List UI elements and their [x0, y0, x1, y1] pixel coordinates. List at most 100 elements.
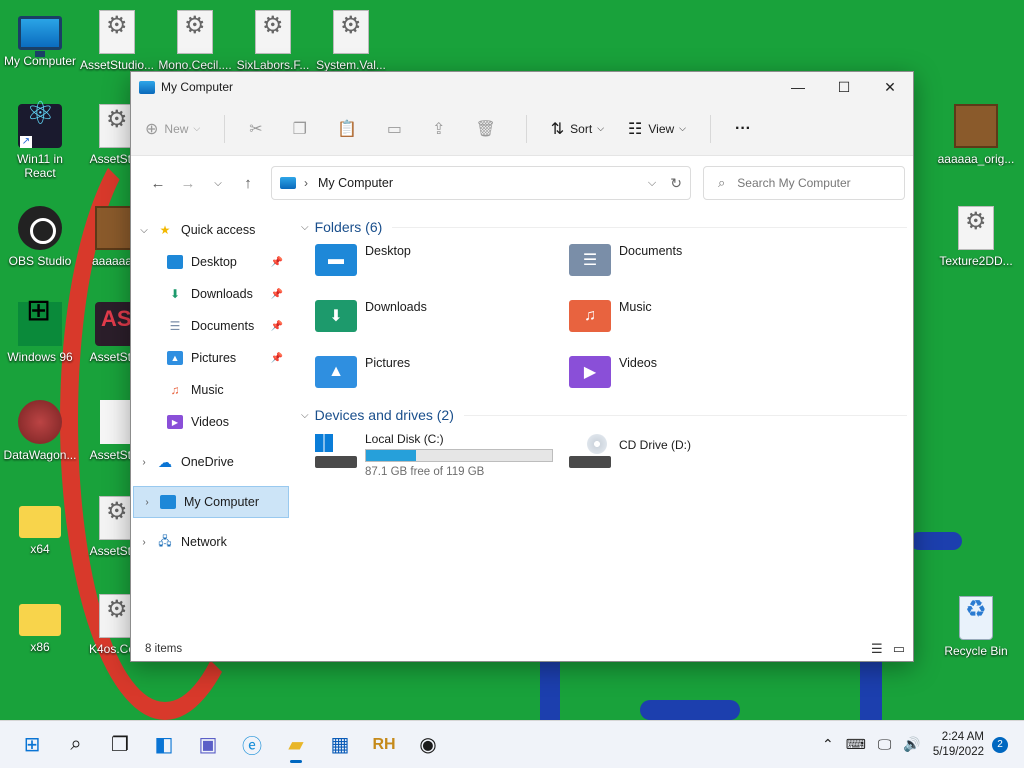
task-view-button[interactable]: ❐ [98, 725, 142, 765]
chevron-down-icon[interactable]: ⌵ [131, 225, 157, 236]
breadcrumb-separator-icon: › [304, 176, 308, 190]
search-button[interactable]: ⌕ [54, 725, 98, 765]
desktop-icon-folder[interactable]: x86 [0, 594, 80, 654]
notification-badge[interactable]: 2 [992, 736, 1008, 753]
store-button[interactable]: ▦ [318, 725, 362, 765]
obs-taskbar-button[interactable]: ◉ [406, 725, 450, 765]
network-status-icon[interactable]: 🖵 [878, 736, 892, 753]
forward-arrow-icon[interactable]: → [173, 175, 203, 192]
divider [463, 414, 907, 416]
chevron-down-icon[interactable]: ⌵ [648, 177, 656, 190]
folder-tile-music[interactable]: ♫ Music [569, 300, 823, 334]
desktop-icon-windows96[interactable]: Windows 96 [0, 302, 80, 364]
sidebar-item-network[interactable]: › 🖧 Network [131, 526, 293, 558]
chevron-up-icon[interactable]: ⌃ [822, 736, 834, 753]
close-button[interactable]: ✕ [867, 72, 913, 102]
sidebar-item-desktop[interactable]: Desktop 📌 [131, 246, 293, 278]
chevron-right-icon[interactable]: › [134, 497, 160, 508]
chevron-down-icon: ⌵ [301, 409, 309, 421]
minimize-button[interactable]: — [775, 72, 821, 102]
folder-tile-desktop[interactable]: ▬ Desktop [315, 244, 569, 278]
more-options-button[interactable]: ··· [735, 120, 751, 138]
status-bar: 8 items ☰ ▭ [131, 637, 913, 661]
search-input[interactable]: ⌕ Search My Computer [703, 166, 905, 200]
folders-group-header[interactable]: ⌵ Folders (6) [297, 210, 913, 244]
maximize-button[interactable]: ☐ [821, 72, 867, 102]
view-button[interactable]: ☷ View ⌵ [628, 119, 686, 139]
delete-button[interactable]: 🗑 [475, 119, 501, 139]
folder-tile-downloads[interactable]: ⬇ Downloads [315, 300, 569, 334]
folder-tile-pictures[interactable]: ▲ Pictures [315, 356, 569, 390]
obs-icon [18, 206, 62, 250]
rename-button[interactable]: ▭ [387, 119, 408, 139]
cloud-icon: ☁ [158, 453, 172, 470]
refresh-icon[interactable]: ↻ [670, 175, 682, 192]
rh-app-button[interactable]: RH [362, 725, 406, 765]
tiles-view-icon[interactable]: ▭ [893, 641, 905, 657]
drive-tile-d[interactable]: CD Drive (D:) [569, 432, 823, 478]
address-path: My Computer [318, 176, 394, 190]
share-icon: ⇪ [432, 120, 446, 138]
copy-button[interactable]: ❐ [293, 119, 313, 139]
up-arrow-icon[interactable]: ↑ [233, 175, 263, 192]
new-button[interactable]: ⊕ New ⌵ [145, 119, 200, 139]
keyboard-icon[interactable]: ⌨ [846, 736, 866, 753]
share-button[interactable]: ⇪ [432, 119, 451, 139]
desktop-icon-file[interactable]: Texture2DD... [936, 206, 1016, 268]
volume-icon[interactable]: 🔊 [903, 736, 920, 753]
sidebar-item-downloads[interactable]: ⬇ Downloads 📌 [131, 278, 293, 310]
desktop-icon-file[interactable]: SixLabors.F... [233, 10, 313, 72]
sidebar-item-onedrive[interactable]: › ☁ OneDrive [131, 446, 293, 478]
navigation-bar: ← → ⌵ ↑ › My Computer ⌵ ↻ ⌕ Search My Co… [131, 156, 913, 210]
pin-icon: 📌 [270, 352, 283, 364]
blue-paint-stroke [640, 700, 740, 720]
chevron-right-icon[interactable]: › [131, 537, 157, 548]
sort-button[interactable]: ⇅ Sort ⌵ [551, 119, 604, 139]
search-icon: ⌕ [70, 733, 82, 755]
package-icon [954, 104, 998, 148]
sidebar-item-videos[interactable]: ▶ Videos [131, 406, 293, 438]
sidebar-item-quick-access[interactable]: ⌵ ★ Quick access [131, 214, 293, 246]
window-title: My Computer [161, 80, 234, 94]
desktop-icon-win11-react[interactable]: ↗Win11 in React [0, 104, 80, 180]
details-view-icon[interactable]: ☰ [871, 641, 883, 657]
sidebar-item-documents[interactable]: ☰ Documents 📌 [131, 310, 293, 342]
command-bar: ⊕ New ⌵ ✂ ❐ 📋 ▭ ⇪ 🗑 ⇅ Sort ⌵ ☷ View ⌵ ··· [131, 102, 913, 156]
title-bar[interactable]: My Computer — ☐ ✕ [131, 72, 913, 102]
chat-button[interactable]: ▣ [186, 725, 230, 765]
cut-button[interactable]: ✂ [249, 119, 268, 139]
start-button[interactable]: ⊞ [10, 725, 54, 765]
desktop-icon-obs[interactable]: OBS Studio [0, 206, 80, 268]
clock[interactable]: 2:24 AM 5/19/2022 [933, 730, 984, 760]
desktop-icon-box[interactable]: aaaaaa_orig... [936, 104, 1016, 166]
desktop-icon-folder[interactable]: x64 [0, 496, 80, 556]
disc-icon [587, 434, 607, 454]
desktop-icon-recycle-bin[interactable]: Recycle Bin [936, 596, 1016, 658]
sidebar-item-pictures[interactable]: ▲ Pictures 📌 [131, 342, 293, 374]
back-arrow-icon[interactable]: ← [143, 175, 173, 192]
widgets-button[interactable]: ◧ [142, 725, 186, 765]
file-explorer-button[interactable]: ▰ [274, 725, 318, 765]
drive-label: Local Disk (C:) [365, 432, 444, 446]
sidebar-item-music[interactable]: ♫ Music [131, 374, 293, 406]
windows96-icon [18, 302, 62, 346]
folder-tile-documents[interactable]: ☰ Documents [569, 244, 823, 278]
desktop-icon-datawagon[interactable]: DataWagon... [0, 400, 80, 462]
internet-explorer-button[interactable]: ⓔ [230, 725, 274, 765]
desktop-icon-file[interactable]: Mono.Cecil.... [155, 10, 235, 72]
task-view-icon: ❐ [111, 734, 129, 756]
folder-icon: ▰ [288, 734, 304, 756]
desktop-icon-file[interactable]: System.Val... [311, 10, 391, 72]
cd-drive-icon [569, 434, 611, 468]
folder-tile-videos[interactable]: ▶ Videos [569, 356, 823, 390]
desktop-icon-file[interactable]: AssetStudio... [77, 10, 157, 72]
address-bar[interactable]: › My Computer ⌵ ↻ [271, 166, 691, 200]
sidebar-item-my-computer[interactable]: › My Computer [133, 486, 289, 518]
recent-locations-chevron-icon[interactable]: ⌵ [203, 178, 233, 189]
drive-tile-c[interactable]: Local Disk (C:) 87.1 GB free of 119 GB [315, 432, 569, 478]
paste-button[interactable]: 📋 [337, 119, 363, 139]
chevron-right-icon[interactable]: › [131, 457, 157, 468]
drive-usage-bar [365, 449, 553, 462]
drives-group-header[interactable]: ⌵ Devices and drives (2) [297, 398, 913, 432]
desktop-icon-my-computer[interactable]: My Computer [0, 10, 80, 68]
